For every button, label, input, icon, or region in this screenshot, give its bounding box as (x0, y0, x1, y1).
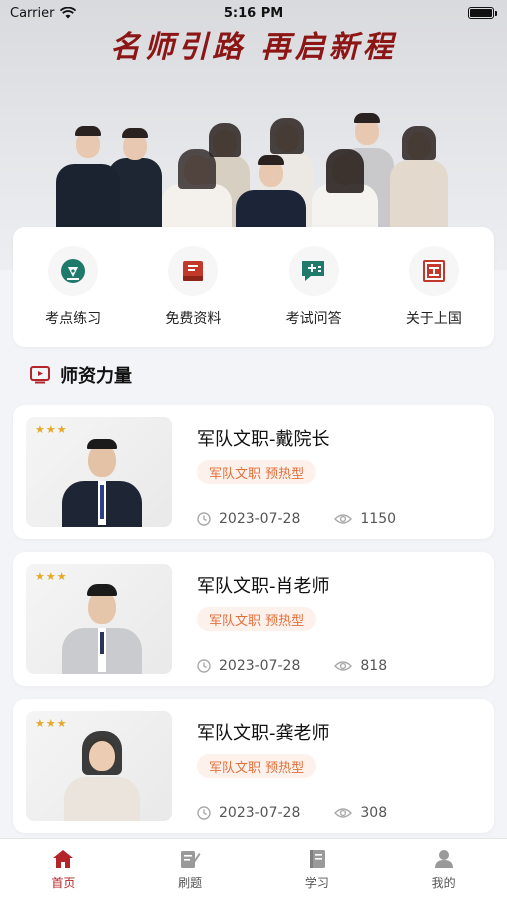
info-grid-icon (422, 260, 445, 282)
clock-icon (197, 806, 211, 820)
eye-icon (334, 661, 353, 671)
publish-date: 2023-07-28 (219, 511, 301, 527)
clock-icon (197, 512, 211, 526)
section-header: 师资力量 (30, 362, 132, 388)
view-count: 1150 (360, 511, 397, 527)
tab-label: 刷题 (178, 876, 203, 890)
status-time: 5:16 PM (223, 5, 284, 21)
teacher-meta: 2023-07-28 818 (197, 658, 387, 674)
teacher-photo: ★★★ (26, 564, 172, 674)
tab-label: 学习 (304, 876, 329, 890)
teacher-name: 军队文职-戴院长 (197, 429, 330, 450)
teacher-tag: 军队文职 预热型 (197, 754, 317, 778)
pen-nib-icon (61, 259, 86, 283)
tab-label: 我的 (431, 876, 456, 890)
tab-study[interactable]: 学习 (277, 849, 357, 891)
section-title: 师资力量 (60, 366, 132, 387)
quick-item-label: 关于上国 (405, 311, 462, 327)
teacher-photo: ★★★ (26, 417, 172, 527)
teacher-card[interactable]: ★★★ 军队文职-肖老师 军队文职 预热型 2023-07-28 818 (13, 552, 494, 686)
view-count: 308 (360, 805, 388, 821)
quick-item-label: 免费资料 (165, 311, 222, 327)
star-rating: ★★★ (35, 717, 68, 730)
teacher-card[interactable]: ★★★ 军队文职-戴院长 军队文职 预热型 2023-07-28 1150 (13, 405, 494, 539)
quick-item-practice[interactable]: 考点练习 (18, 246, 128, 328)
quick-item-materials[interactable]: 免费资料 (138, 246, 248, 328)
tab-label: 首页 (51, 876, 76, 890)
eye-icon (334, 808, 353, 818)
quick-item-label: 考点练习 (45, 311, 102, 327)
book-icon (183, 261, 204, 281)
notebook-icon (309, 850, 325, 868)
star-rating: ★★★ (35, 423, 68, 436)
publish-date: 2023-07-28 (219, 658, 301, 674)
eye-icon (334, 514, 353, 524)
wifi-icon (60, 7, 77, 19)
edit-doc-icon (181, 851, 201, 868)
quick-item-qa[interactable]: 考试问答 (259, 246, 369, 328)
teacher-tag: 军队文职 预热型 (197, 460, 317, 484)
quick-item-label: 考试问答 (285, 311, 342, 327)
teacher-card[interactable]: ★★★ 军队文职-龚老师 军队文职 预热型 2023-07-28 308 (13, 699, 494, 833)
battery-icon (468, 7, 497, 19)
carrier-label: Carrier (10, 5, 55, 21)
tab-bar: 首页 刷题 学习 我的 (0, 838, 507, 900)
teacher-meta: 2023-07-28 308 (197, 805, 387, 821)
publish-date: 2023-07-28 (219, 805, 301, 821)
tab-home[interactable]: 首页 (23, 849, 103, 891)
teacher-tag: 军队文职 预热型 (197, 607, 317, 631)
star-rating: ★★★ (35, 570, 68, 583)
status-bar: Carrier 5:16 PM (0, 0, 507, 26)
home-icon (53, 850, 74, 868)
clock-icon (197, 659, 211, 673)
quick-item-about[interactable]: 关于上国 (379, 246, 489, 328)
teacher-photo: ★★★ (26, 711, 172, 821)
tab-practice[interactable]: 刷题 (150, 849, 230, 891)
banner-title: 名师引路 再启新程 (110, 30, 397, 65)
tab-profile[interactable]: 我的 (404, 849, 484, 891)
teacher-name: 军队文职-肖老师 (197, 576, 330, 597)
user-icon (434, 850, 453, 868)
view-count: 818 (360, 658, 388, 674)
teacher-name: 军队文职-龚老师 (197, 723, 330, 744)
chat-plus-icon (301, 261, 324, 281)
teacher-meta: 2023-07-28 1150 (197, 511, 396, 527)
tv-play-icon (30, 366, 50, 384)
quick-menu: 考点练习 免费资料 考试问答 关于上国 (13, 227, 494, 347)
